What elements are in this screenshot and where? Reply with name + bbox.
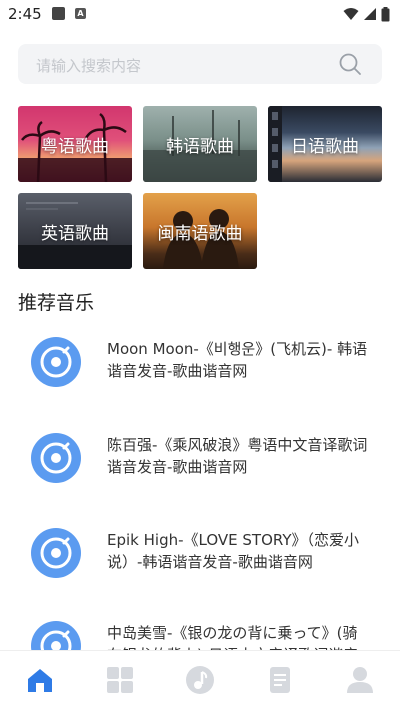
category-label: 闽南语歌曲 [157, 223, 243, 244]
status-indicators [343, 5, 390, 23]
app-notification-icon [52, 7, 65, 20]
category-label: 韩语歌曲 [166, 136, 234, 157]
music-icon[interactable] [185, 665, 215, 695]
status-time: 2:45 [8, 5, 42, 23]
app-a-icon: A [75, 8, 86, 19]
song-title: Epik High-《LOVE STORY》（恋爱小说）-韩语谐音发音-歌曲谐音… [107, 531, 359, 571]
search-placeholder: 请输入搜索内容 [36, 57, 142, 75]
song-list-item[interactable]: Moon Moon-《비행운》(飞机云)- 韩语谐音发音-歌曲谐音网 [0, 322, 400, 412]
category-cantonese[interactable]: 粤语歌曲 [18, 106, 132, 182]
status-bar: 2:45 A [0, 0, 400, 28]
song-title: Moon Moon-《비행운》(飞机云)- 韩语谐音发音-歌曲谐音网 [107, 340, 368, 380]
music-disc-icon [31, 621, 81, 650]
list-icon[interactable] [265, 665, 295, 695]
song-list-item[interactable]: 中岛美雪-《银の龙の背に乗って》(骑在银龙的背上)-日语中文音译歌词谐音 [0, 606, 400, 650]
music-disc-icon [31, 433, 81, 483]
search-icon[interactable] [338, 52, 362, 76]
grid-icon[interactable] [105, 665, 135, 695]
category-english[interactable]: 英语歌曲 [18, 193, 132, 269]
category-japanese[interactable]: 日语歌曲 [268, 106, 382, 182]
song-title: 陈百强-《乘风破浪》粤语中文音译歌词谐音发音-歌曲谐音网 [107, 436, 368, 476]
section-title: 推荐音乐 [18, 292, 95, 314]
music-disc-icon [31, 337, 81, 387]
category-label: 日语歌曲 [291, 136, 359, 157]
battery-icon [381, 6, 390, 21]
category-minnan[interactable]: 闽南语歌曲 [143, 193, 257, 269]
wifi-icon [343, 8, 359, 20]
user-icon[interactable] [345, 665, 375, 695]
song-list-item[interactable]: 陈百强-《乘风破浪》粤语中文音译歌词谐音发音-歌曲谐音网 [0, 418, 400, 508]
song-list-item[interactable]: Epik High-《LOVE STORY》（恋爱小说）-韩语谐音发音-歌曲谐音… [0, 513, 400, 603]
signal-icon [364, 8, 376, 20]
home-icon[interactable] [25, 665, 55, 695]
search-input[interactable]: 请输入搜索内容 [18, 44, 382, 84]
song-title: 中岛美雪-《银の龙の背に乗って》(骑在银龙的背上)-日语中文音译歌词谐音 [107, 624, 358, 650]
music-disc-icon [31, 528, 81, 578]
category-korean[interactable]: 韩语歌曲 [143, 106, 257, 182]
bottom-nav [0, 650, 400, 713]
category-label: 英语歌曲 [41, 223, 109, 244]
category-label: 粤语歌曲 [41, 136, 109, 157]
